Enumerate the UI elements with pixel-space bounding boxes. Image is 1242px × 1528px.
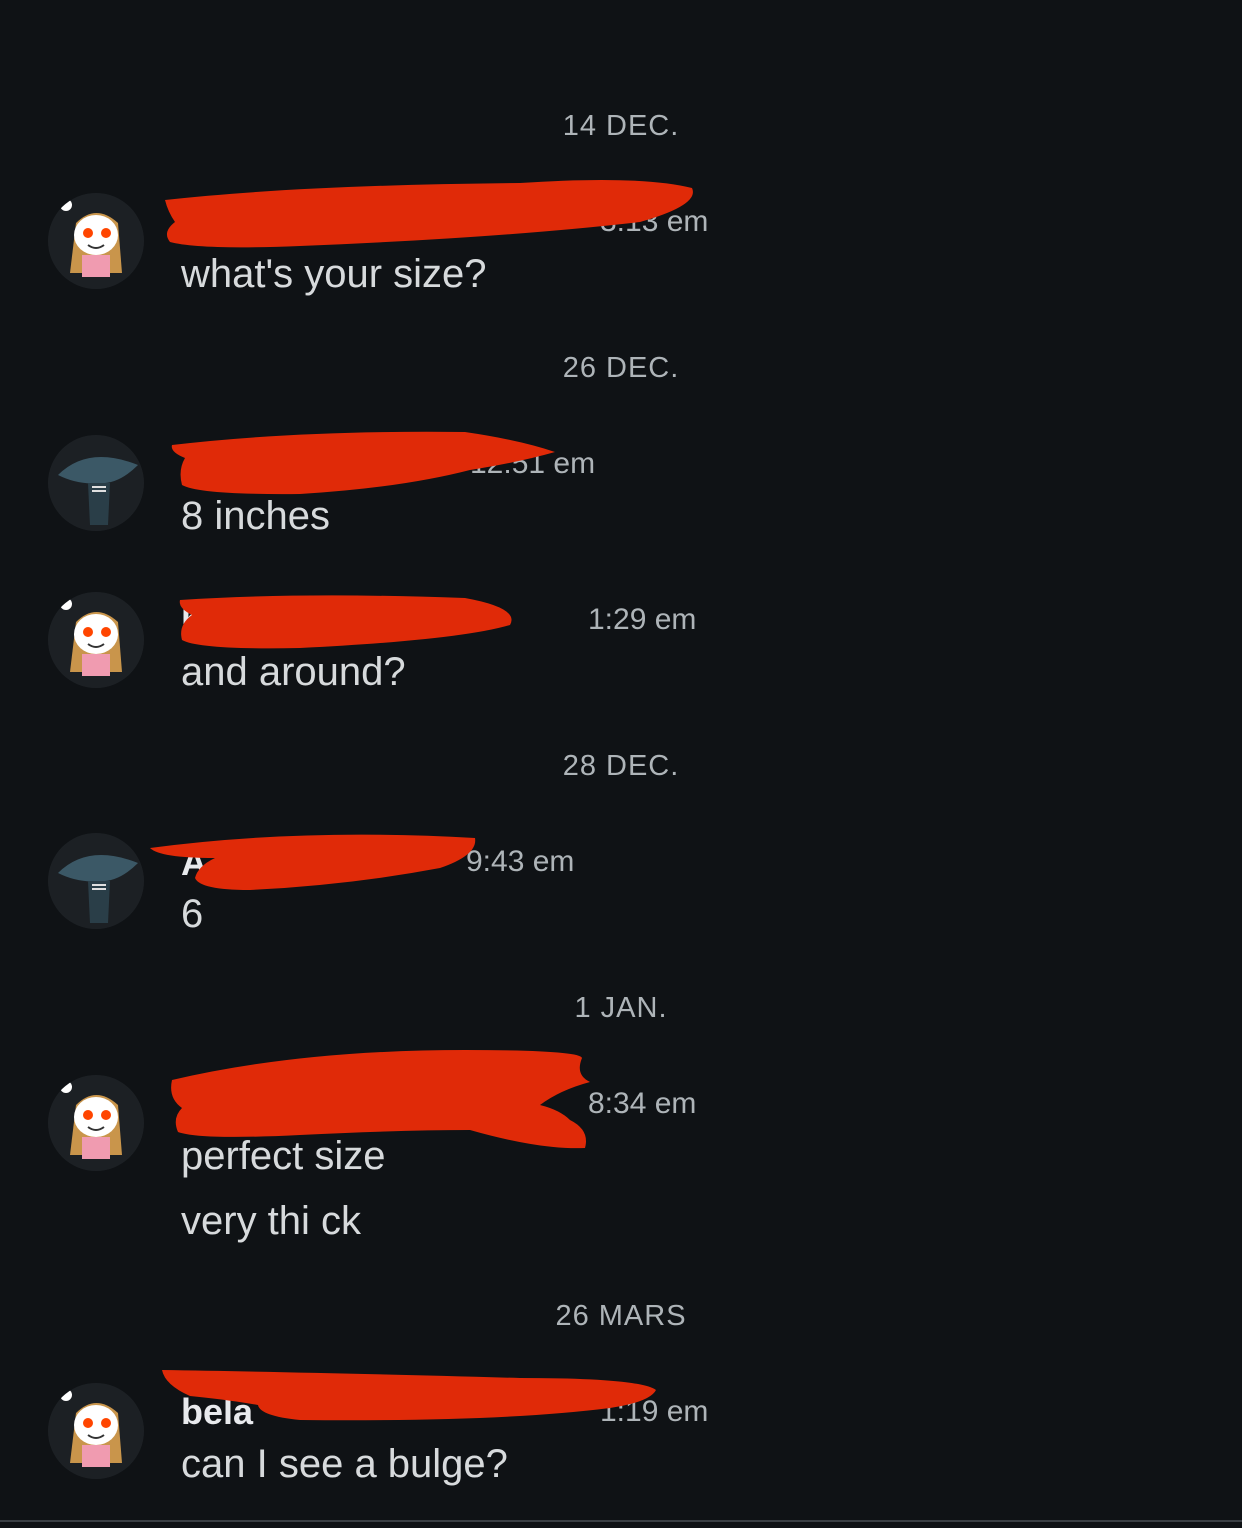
message-text: can I see a bulge? bbox=[181, 1442, 508, 1486]
date-separator: 28 DEC. bbox=[562, 750, 680, 782]
message-time: 9:43 em bbox=[466, 845, 575, 878]
date-separator: 26 DEC. bbox=[562, 352, 680, 384]
message-time: 12:51 em bbox=[470, 447, 596, 480]
message-text: and around? bbox=[181, 650, 406, 694]
message-text: very thi ck bbox=[181, 1199, 362, 1243]
message-time: 1:19 em bbox=[600, 1395, 709, 1428]
message-text: 8 inches bbox=[181, 494, 330, 538]
snoo-girl-avatar[interactable] bbox=[48, 592, 144, 688]
message-time: 8:34 em bbox=[588, 1087, 697, 1120]
username[interactable]: b bbox=[181, 600, 203, 642]
divider bbox=[0, 1520, 1242, 1522]
date-separator: 14 DEC. bbox=[562, 110, 680, 142]
message-time: 3:13 em bbox=[600, 205, 709, 238]
message-text: what's your size? bbox=[181, 252, 487, 296]
snoo-girl-avatar[interactable] bbox=[48, 1383, 144, 1479]
alien-avatar[interactable] bbox=[48, 833, 144, 929]
date-separator: 1 JAN. bbox=[574, 992, 668, 1024]
date-separator: 26 MARS bbox=[555, 1300, 687, 1332]
username[interactable]: A bbox=[181, 842, 207, 884]
message-text: perfect size bbox=[181, 1134, 386, 1178]
username[interactable]: A bbox=[181, 443, 207, 485]
message-time: 1:29 em bbox=[588, 603, 697, 636]
message-text: 6 bbox=[181, 892, 204, 936]
snoo-girl-avatar[interactable] bbox=[48, 1075, 144, 1171]
alien-avatar[interactable] bbox=[48, 435, 144, 531]
snoo-girl-avatar[interactable] bbox=[48, 193, 144, 289]
username[interactable]: bela bbox=[181, 1391, 253, 1433]
